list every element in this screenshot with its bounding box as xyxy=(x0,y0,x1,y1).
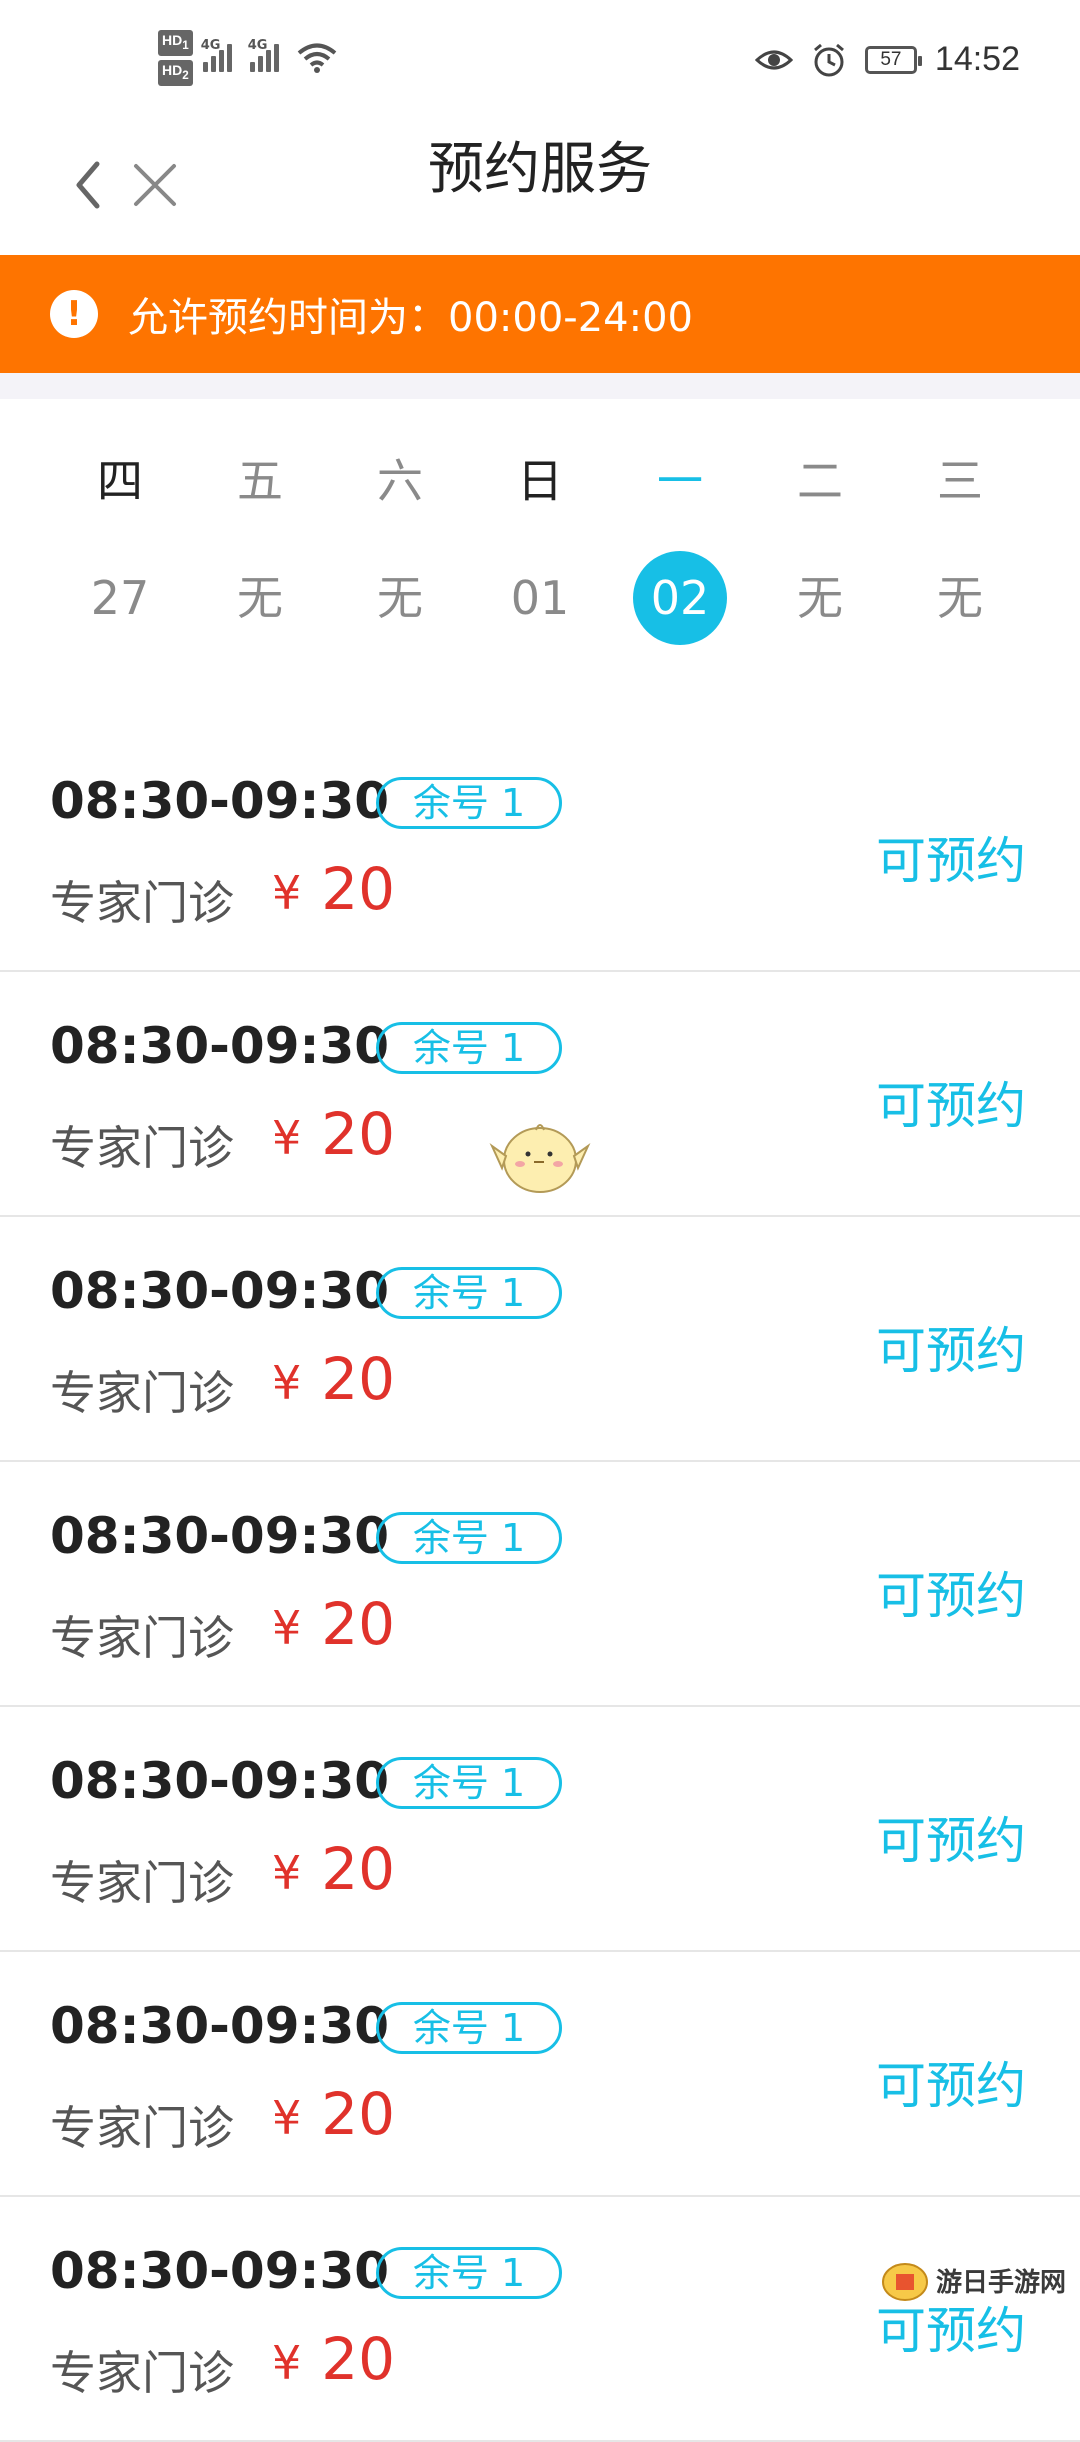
book-button[interactable]: 可预约 xyxy=(876,2046,1026,2118)
slot-row[interactable]: 08:30-09:30 余号 1 专家门诊 ¥20 可预约 xyxy=(0,1462,1080,1707)
notice-text: 允许预约时间为：00:00-24:00 xyxy=(128,295,693,341)
price: ¥20 xyxy=(272,1345,395,1413)
price-value: 20 xyxy=(321,2325,396,2393)
weekday-label: 日 xyxy=(517,454,563,508)
slot-row[interactable]: 08:30-09:30 余号 1 专家门诊 ¥20 可预约 xyxy=(0,1707,1080,1952)
hd1-badge: HD1 xyxy=(158,30,193,56)
weekday-label: 五 xyxy=(237,454,283,508)
book-button[interactable]: 可预约 xyxy=(876,1311,1026,1383)
nav-bar: 预约服务 xyxy=(0,120,1080,255)
clinic-type: 专家门诊 xyxy=(50,2346,234,2400)
book-button[interactable]: 可预约 xyxy=(876,821,1026,893)
signal-icon-2: 4G xyxy=(248,38,279,72)
remaining-badge: 余号 1 xyxy=(376,1757,562,1809)
price: ¥20 xyxy=(272,2080,395,2148)
currency-symbol: ¥ xyxy=(272,1846,302,1900)
watermark-text: 游日手游网 xyxy=(936,2267,1067,2298)
currency-symbol: ¥ xyxy=(272,2336,302,2390)
slot-row[interactable]: 08:30-09:30 余号 1 专家门诊 ¥20 可预约 xyxy=(0,1217,1080,1462)
currency-symbol: ¥ xyxy=(272,866,302,920)
remaining-badge: 余号 1 xyxy=(376,2247,562,2299)
date-cell[interactable]: 01 xyxy=(470,550,610,646)
weekday-label: 六 xyxy=(377,454,423,508)
wifi-icon xyxy=(297,43,336,73)
watermark: 游日手游网 xyxy=(880,2250,1080,2310)
slot-row[interactable]: 08:30-09:30 余号 1 专家门诊 ¥20 可预约 xyxy=(0,2197,1080,2442)
page-title: 预约服务 xyxy=(428,137,652,202)
slot-time: 08:30-09:30 xyxy=(50,772,390,830)
watermark-logo-icon xyxy=(882,2263,928,2301)
price: ¥20 xyxy=(272,1100,395,1168)
status-bar-right: 57 14:52 xyxy=(754,40,1020,79)
signal-icon: 4G xyxy=(201,38,232,72)
book-button[interactable]: 可预约 xyxy=(876,1801,1026,1873)
remaining-badge: 余号 1 xyxy=(376,1512,562,1564)
clinic-type: 专家门诊 xyxy=(50,1366,234,1420)
slot-time: 08:30-09:30 xyxy=(50,2242,390,2300)
date-cell[interactable]: 27 xyxy=(50,550,190,646)
date-cell-selected[interactable]: 02 xyxy=(610,550,750,646)
price-value: 20 xyxy=(321,2080,396,2148)
weekday-label: 二 xyxy=(797,454,843,508)
remaining-badge: 余号 1 xyxy=(376,777,562,829)
slot-time: 08:30-09:30 xyxy=(50,1507,390,1565)
date-row: 27 无 无 01 02 无 无 xyxy=(50,550,1030,646)
slot-list: 08:30-09:30 余号 1 专家门诊 ¥20 可预约 08:30-09:3… xyxy=(0,727,1080,2442)
price: ¥20 xyxy=(272,855,395,923)
date-cell[interactable]: 无 xyxy=(890,550,1030,646)
eye-icon xyxy=(754,50,793,69)
currency-symbol: ¥ xyxy=(272,1111,302,1165)
date-cell[interactable]: 无 xyxy=(330,550,470,646)
currency-symbol: ¥ xyxy=(272,1356,302,1410)
remaining-badge: 余号 1 xyxy=(376,1022,562,1074)
warning-icon: ! xyxy=(50,290,98,338)
date-cell[interactable]: 无 xyxy=(750,550,890,646)
currency-symbol: ¥ xyxy=(272,2091,302,2145)
price: ¥20 xyxy=(272,2325,395,2393)
currency-symbol: ¥ xyxy=(272,1601,302,1655)
price-value: 20 xyxy=(321,855,396,923)
clinic-type: 专家门诊 xyxy=(50,1611,234,1665)
status-time: 14:52 xyxy=(934,40,1020,78)
clinic-type: 专家门诊 xyxy=(50,876,234,930)
divider-strip xyxy=(0,373,1080,399)
remaining-badge: 余号 1 xyxy=(376,2002,562,2054)
slot-row[interactable]: 08:30-09:30 余号 1 专家门诊 ¥20 可预约 xyxy=(0,1952,1080,2197)
alarm-icon xyxy=(813,43,844,76)
slot-time: 08:30-09:30 xyxy=(50,1752,390,1810)
hd-indicators: HD1 HD2 xyxy=(158,30,193,86)
weekday-label: 三 xyxy=(937,454,983,508)
status-bar: HD1 HD2 4G 4G 57 14:52 xyxy=(0,0,1080,120)
clinic-type: 专家门诊 xyxy=(50,1121,234,1175)
notice-banner: ! 允许预约时间为：00:00-24:00 xyxy=(0,255,1080,373)
mascot-sticker-icon xyxy=(489,1124,591,1193)
clinic-type: 专家门诊 xyxy=(50,2101,234,2155)
price: ¥20 xyxy=(272,1590,395,1658)
slot-row[interactable]: 08:30-09:30 余号 1 专家门诊 ¥20 可预约 xyxy=(0,727,1080,972)
slot-time: 08:30-09:30 xyxy=(50,1262,390,1320)
weekday-label: 四 xyxy=(97,454,143,508)
weekday-label-selected: 一 xyxy=(657,454,703,508)
book-button[interactable]: 可预约 xyxy=(876,1066,1026,1138)
weekday-row: 四 五 六 日 一 二 三 xyxy=(50,445,1030,511)
selected-date[interactable]: 02 xyxy=(633,551,727,645)
price-value: 20 xyxy=(321,1835,396,1903)
slot-time: 08:30-09:30 xyxy=(50,1017,390,1075)
slot-time: 08:30-09:30 xyxy=(50,1997,390,2055)
clinic-type: 专家门诊 xyxy=(50,1856,234,1910)
price-value: 20 xyxy=(321,1100,396,1168)
hd2-badge: HD2 xyxy=(158,59,193,86)
date-cell[interactable]: 无 xyxy=(190,550,330,646)
battery-icon: 57 xyxy=(864,45,922,74)
book-button[interactable]: 可预约 xyxy=(876,1556,1026,1628)
price-value: 20 xyxy=(321,1590,396,1658)
remaining-badge: 余号 1 xyxy=(376,1267,562,1319)
status-bar-left: HD1 HD2 4G 4G xyxy=(158,30,337,86)
price-value: 20 xyxy=(321,1345,396,1413)
price: ¥20 xyxy=(272,1835,395,1903)
